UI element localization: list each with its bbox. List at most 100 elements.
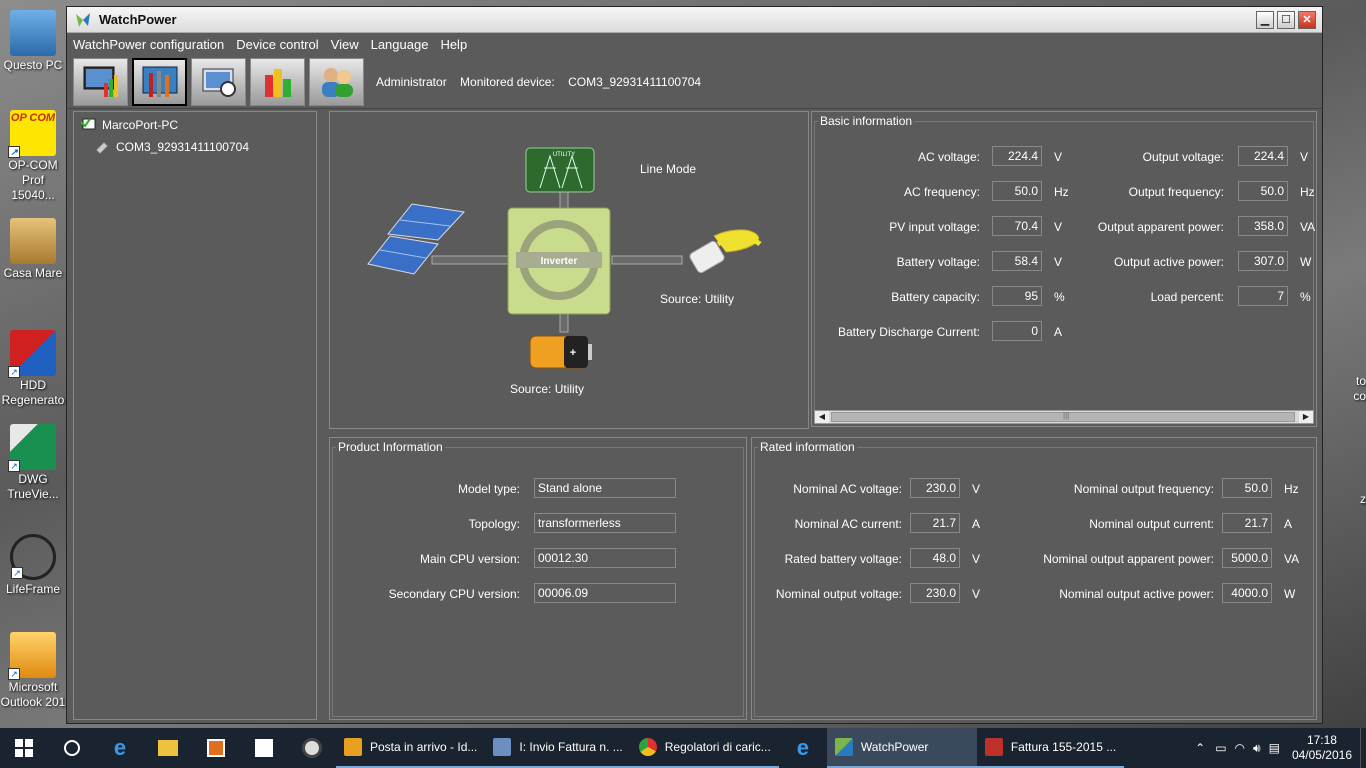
taskbar-internet-explorer[interactable]: e (779, 728, 827, 768)
nominal-ac-voltage-value: 230.0 (910, 478, 960, 498)
basic-information-panel: Basic information AC voltage: 224.4 V AC… (811, 111, 1317, 427)
show-hidden-icons-chevron-icon[interactable]: ⌃ (1189, 741, 1211, 755)
desktop-icon-casa-mare[interactable]: Casa Mare (0, 218, 66, 281)
nominal-output-voltage-unit: V (972, 587, 981, 601)
menu-watchpower-configuration[interactable]: WatchPower configuration (73, 37, 224, 52)
network-adapter-icon[interactable]: ▭ (1211, 741, 1230, 755)
menu-language[interactable]: Language (371, 37, 429, 52)
wifi-icon[interactable]: ◠ (1231, 741, 1249, 755)
menu-view[interactable]: View (331, 37, 359, 52)
nominal-output-active-power-unit: W (1284, 587, 1296, 601)
horizontal-scrollbar[interactable]: ◀ ||| ▶ (814, 410, 1314, 424)
watchpower-window: WatchPower ▁ ☐ ✕ WatchPower configuratio… (66, 6, 1323, 724)
operating-mode: Line Mode (640, 162, 697, 176)
clock-date: 04/05/2016 (1291, 748, 1352, 762)
output-voltage-value: 224.4 (1238, 146, 1288, 166)
taskbar-app-chrome[interactable]: Regolatori di caric... (630, 728, 779, 768)
desktop-icon-hdd-regenerator[interactable]: ↗ HDD Regenerato (0, 330, 66, 408)
ac-frequency-unit: Hz (1054, 185, 1069, 199)
nominal-ac-current-unit: A (972, 517, 981, 531)
menu-bar: WatchPower configuration Device control … (67, 33, 1322, 55)
dwg-trueview-icon: ↗ (8, 424, 56, 472)
scroll-thumb[interactable]: ||| (831, 411, 1295, 422)
taskbar-file-explorer[interactable] (144, 728, 192, 768)
desktop-icon-lifeframe[interactable]: ↗ LifeFrame (0, 534, 66, 597)
start-button[interactable] (0, 728, 48, 768)
device-parameter-setting-button[interactable] (132, 57, 187, 106)
taskbar-app-mail[interactable]: I: Invio Fattura n. ... (485, 728, 631, 768)
output-apparent-power-unit: VA (1300, 220, 1316, 234)
desktop-icon-this-pc[interactable]: Questo PC (0, 10, 66, 73)
pc-node-icon (80, 118, 96, 130)
outlook-icon (344, 738, 362, 756)
desktop-icon-outlook[interactable]: ↗ Microsoft Outlook 201 (0, 632, 66, 710)
hdd-regenerator-icon: ↗ (8, 330, 56, 378)
taskbar-store[interactable] (240, 728, 288, 768)
user-management-button[interactable] (309, 57, 364, 106)
rated-battery-voltage-label: Rated battery voltage: (784, 552, 902, 566)
shortcut-arrow-icon: ↗ (8, 146, 20, 158)
taskbar-edge[interactable]: e (96, 728, 144, 768)
system-tray: ⌃ ▭ ◠ 🔊︎ ▤ 17:18 04/05/2016 (1189, 728, 1366, 768)
picture-magnifier-icon (202, 68, 236, 97)
output-active-power-value: 307.0 (1238, 251, 1288, 271)
device-tree-panel: MarcoPort-PC COM3_92931411100704 (73, 111, 317, 720)
tree-node-com-device[interactable]: COM3_92931411100704 (74, 136, 316, 158)
output-frequency-value: 50.0 (1238, 181, 1288, 201)
battery-icon (529, 335, 592, 369)
toolbar: Administrator Monitored device: COM3_929… (67, 55, 1322, 109)
pv-input-voltage-label: PV input voltage: (889, 220, 980, 234)
output-frequency-unit: Hz (1300, 185, 1315, 199)
nominal-output-apparent-power-value: 5000.0 (1222, 548, 1272, 568)
secondary-cpu-version-label: Secondary CPU version: (388, 587, 520, 601)
scroll-grip: ||| (1063, 411, 1070, 420)
minimize-button[interactable]: ▁ (1256, 10, 1274, 29)
watchpower-app-icon (76, 12, 90, 27)
chrome-icon (638, 738, 657, 756)
load-percent-value: 7 (1238, 286, 1288, 306)
desktop-right-fragment: to (1355, 374, 1366, 388)
battery-voltage-unit: V (1054, 255, 1063, 269)
desktop-icon-opcom[interactable]: OP COM ↗ OP-COM Prof 15040... (0, 110, 66, 203)
monitor-button[interactable] (73, 57, 128, 106)
desktop-icon-dwg-trueview[interactable]: ↗ DWG TrueVie... (0, 424, 66, 502)
shortcut-arrow-icon: ↗ (8, 668, 20, 680)
menu-device-control[interactable]: Device control (236, 37, 318, 52)
ac-frequency-label: AC frequency: (903, 185, 980, 199)
action-center-icon[interactable]: ▤ (1265, 741, 1284, 755)
title-bar[interactable]: WatchPower ▁ ☐ ✕ (67, 7, 1322, 33)
show-desktop-button[interactable] (1360, 728, 1366, 768)
volume-icon[interactable]: 🔊︎ (1249, 741, 1265, 756)
battery-voltage-label: Battery voltage: (896, 255, 980, 269)
outlook-icon: ↗ (8, 632, 56, 680)
taskbar-app-outlook[interactable]: Posta in arrivo - Id... (336, 728, 486, 768)
desktop-right-fragment: co (1353, 389, 1366, 403)
pv-input-voltage-value: 70.4 (992, 216, 1042, 236)
taskbar-app-watchpower[interactable]: WatchPower (826, 728, 977, 768)
ac-voltage-value: 224.4 (992, 146, 1042, 166)
nominal-output-apparent-power-unit: VA (1284, 552, 1300, 566)
windows-logo-icon (15, 739, 33, 757)
maximize-button[interactable]: ☐ (1277, 10, 1295, 29)
tree-node-pc[interactable]: MarcoPort-PC (74, 114, 316, 136)
users-icon (321, 67, 353, 97)
event-log-button[interactable] (250, 57, 305, 106)
taskbar-app-pdf[interactable]: Fattura 155-2015 ... (976, 728, 1125, 768)
nominal-ac-current-value: 21.7 (910, 513, 960, 533)
scroll-right-arrow-icon[interactable]: ▶ (1299, 411, 1313, 423)
taskbar-media-player[interactable] (192, 728, 240, 768)
model-type-value: Stand alone (534, 478, 676, 498)
data-query-button[interactable] (191, 57, 246, 106)
menu-help[interactable]: Help (440, 37, 467, 52)
output-voltage-unit: V (1300, 150, 1309, 164)
window-title: WatchPower (99, 12, 177, 27)
close-button[interactable]: ✕ (1298, 10, 1316, 29)
clock[interactable]: 17:18 04/05/2016 (1284, 733, 1360, 763)
nominal-output-current-value: 21.7 (1222, 513, 1272, 533)
battery-source: Source: Utility (510, 382, 585, 396)
nominal-output-frequency-value: 50.0 (1222, 478, 1272, 498)
nominal-output-current-label: Nominal output current: (1089, 517, 1214, 531)
search-button[interactable] (48, 728, 96, 768)
taskbar-webcam[interactable] (288, 728, 336, 768)
scroll-left-arrow-icon[interactable]: ◀ (815, 411, 829, 423)
